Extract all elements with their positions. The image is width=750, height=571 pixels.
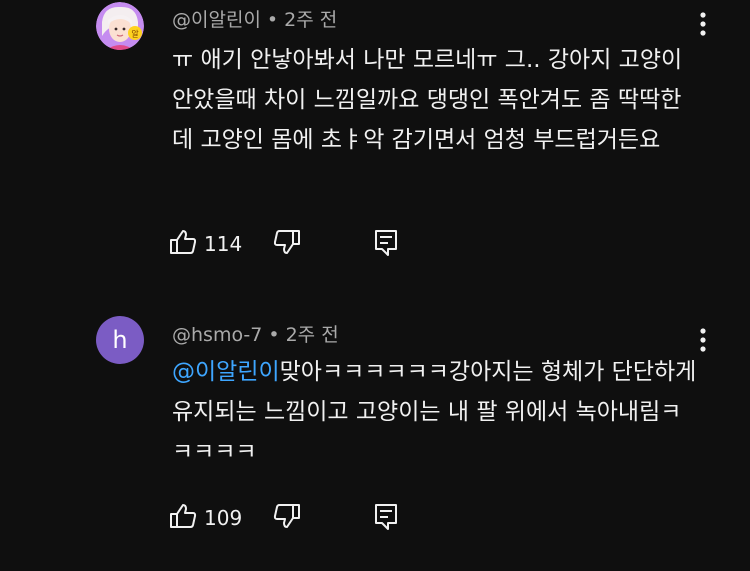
reply-comment-icon [372, 501, 400, 535]
reply-button[interactable] [372, 227, 400, 261]
thumbs-up-icon [168, 227, 198, 261]
kebab-menu-icon[interactable] [690, 4, 716, 44]
thumbs-down-icon [272, 227, 302, 261]
comment-header: @hsmo-7 • 2주 전 [172, 320, 339, 347]
separator-dot: • [266, 9, 279, 31]
avatar[interactable]: 알 [96, 2, 144, 50]
author-name[interactable]: @이알린이 [172, 9, 261, 31]
comment-age[interactable]: 2주 전 [284, 9, 337, 31]
separator-dot: • [268, 324, 280, 346]
comment-actions: 114 [168, 227, 400, 261]
reply-comment-icon [372, 227, 400, 261]
avatar-letter: h [112, 326, 128, 354]
comment-header: @이알린이 • 2주 전 [172, 5, 337, 32]
like-count: 109 [204, 506, 243, 530]
like-button[interactable]: 114 [168, 227, 272, 261]
dislike-button[interactable] [272, 501, 302, 535]
comment-actions: 109 [168, 501, 400, 535]
dislike-button[interactable] [272, 227, 302, 261]
avatar[interactable]: h [96, 316, 144, 364]
mention-link[interactable]: @이알린이 [172, 359, 280, 385]
like-button[interactable]: 109 [168, 501, 272, 535]
comment-age[interactable]: 2주 전 [286, 324, 339, 346]
comment-text: @이알린이맞아ㅋㅋㅋㅋㅋㅋ강아지는 형체가 단단하게 유지되는 느낌이고 고양이… [172, 352, 702, 472]
svg-text:알: 알 [131, 29, 139, 39]
thumbs-up-icon [168, 501, 198, 535]
thumbs-down-icon [272, 501, 302, 535]
comment-text: ㅠ 애기 안낳아봐서 나만 모르네ㅠ 그.. 강아지 고양이 안았을때 차이 느… [172, 47, 683, 153]
reply-button[interactable] [372, 501, 400, 535]
author-name[interactable]: @hsmo-7 [172, 324, 262, 346]
like-count: 114 [204, 232, 243, 256]
